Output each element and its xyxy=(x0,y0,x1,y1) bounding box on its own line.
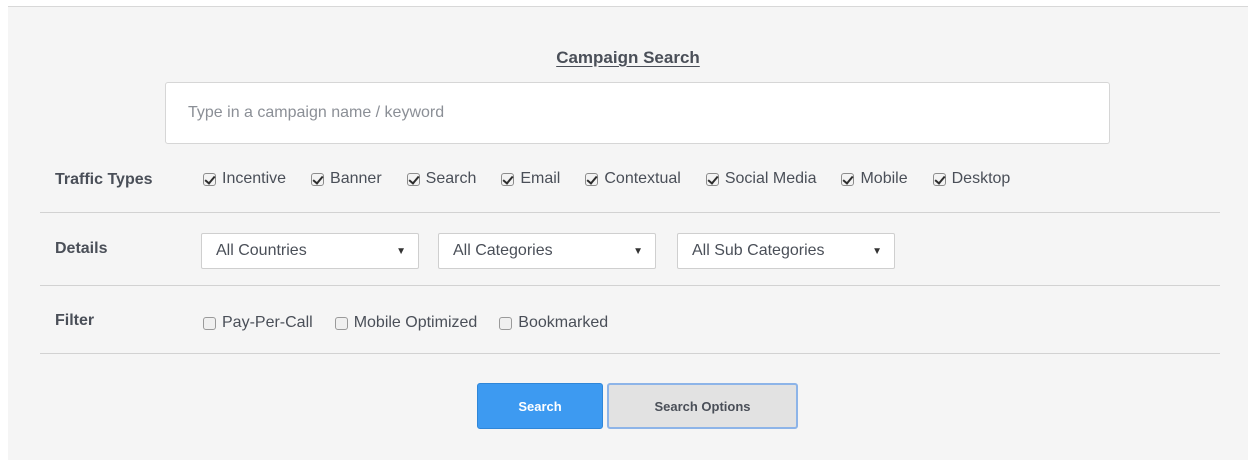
traffic-types-options: Incentive Banner Search Email Contextual… xyxy=(203,170,1010,188)
traffic-type-label: Desktop xyxy=(951,170,1011,187)
traffic-type-social-media[interactable]: Social Media xyxy=(705,170,817,188)
filter-bookmarked[interactable]: Bookmarked xyxy=(499,314,608,332)
filter-pay-per-call[interactable]: Pay-Per-Call xyxy=(203,314,313,332)
traffic-types-label: Traffic Types xyxy=(55,171,153,188)
filter-options: Pay-Per-Call Mobile Optimized Bookmarked xyxy=(203,314,608,332)
country-select-value: All Countries xyxy=(216,242,307,259)
divider xyxy=(40,212,1220,213)
traffic-type-label: Banner xyxy=(330,170,382,187)
checkbox-unchecked-icon[interactable] xyxy=(203,316,216,330)
campaign-search-input[interactable] xyxy=(165,82,1110,144)
filter-label: Filter xyxy=(55,312,95,329)
checkbox-checked-icon[interactable] xyxy=(585,172,599,186)
traffic-type-contextual[interactable]: Contextual xyxy=(585,170,681,188)
divider xyxy=(40,353,1220,354)
campaign-search-panel: Campaign Search Traffic Types Incentive … xyxy=(8,6,1248,460)
country-select[interactable]: All Countries ▼ xyxy=(201,233,419,269)
search-options-button[interactable]: Search Options xyxy=(607,383,798,429)
checkbox-checked-icon[interactable] xyxy=(311,172,325,186)
checkbox-checked-icon[interactable] xyxy=(406,172,420,186)
sub-category-select[interactable]: All Sub Categories ▼ xyxy=(677,233,895,269)
traffic-type-label: Search xyxy=(425,170,477,187)
category-select[interactable]: All Categories ▼ xyxy=(438,233,656,269)
details-label: Details xyxy=(55,240,108,257)
checkbox-checked-icon[interactable] xyxy=(203,172,216,186)
checkbox-checked-icon[interactable] xyxy=(501,172,515,186)
checkbox-checked-icon[interactable] xyxy=(841,172,855,186)
checkbox-unchecked-icon[interactable] xyxy=(334,316,348,330)
traffic-type-incentive[interactable]: Incentive xyxy=(203,170,286,188)
traffic-type-label: Email xyxy=(520,170,561,187)
divider xyxy=(40,285,1220,286)
checkbox-checked-icon[interactable] xyxy=(705,172,719,186)
filter-label-text: Pay-Per-Call xyxy=(222,314,313,331)
chevron-down-icon: ▼ xyxy=(396,245,406,257)
sub-category-select-value: All Sub Categories xyxy=(692,242,825,259)
traffic-type-banner[interactable]: Banner xyxy=(311,170,382,188)
traffic-type-email[interactable]: Email xyxy=(501,170,560,188)
traffic-type-mobile[interactable]: Mobile xyxy=(841,170,908,188)
traffic-type-label: Contextual xyxy=(604,170,681,187)
traffic-type-label: Mobile xyxy=(860,170,908,187)
category-select-value: All Categories xyxy=(453,242,553,259)
chevron-down-icon: ▼ xyxy=(633,245,643,257)
checkbox-unchecked-icon[interactable] xyxy=(499,316,513,330)
page-title: Campaign Search xyxy=(556,48,700,67)
traffic-type-desktop[interactable]: Desktop xyxy=(932,170,1011,188)
filter-label-text: Bookmarked xyxy=(518,314,609,331)
filter-label-text: Mobile Optimized xyxy=(353,314,478,331)
search-button[interactable]: Search xyxy=(477,383,603,429)
filter-mobile-optimized[interactable]: Mobile Optimized xyxy=(334,314,478,332)
traffic-type-search[interactable]: Search xyxy=(406,170,477,188)
chevron-down-icon: ▼ xyxy=(872,245,882,257)
checkbox-checked-icon[interactable] xyxy=(932,172,946,186)
traffic-type-label: Social Media xyxy=(724,170,817,187)
traffic-type-label: Incentive xyxy=(222,170,287,187)
